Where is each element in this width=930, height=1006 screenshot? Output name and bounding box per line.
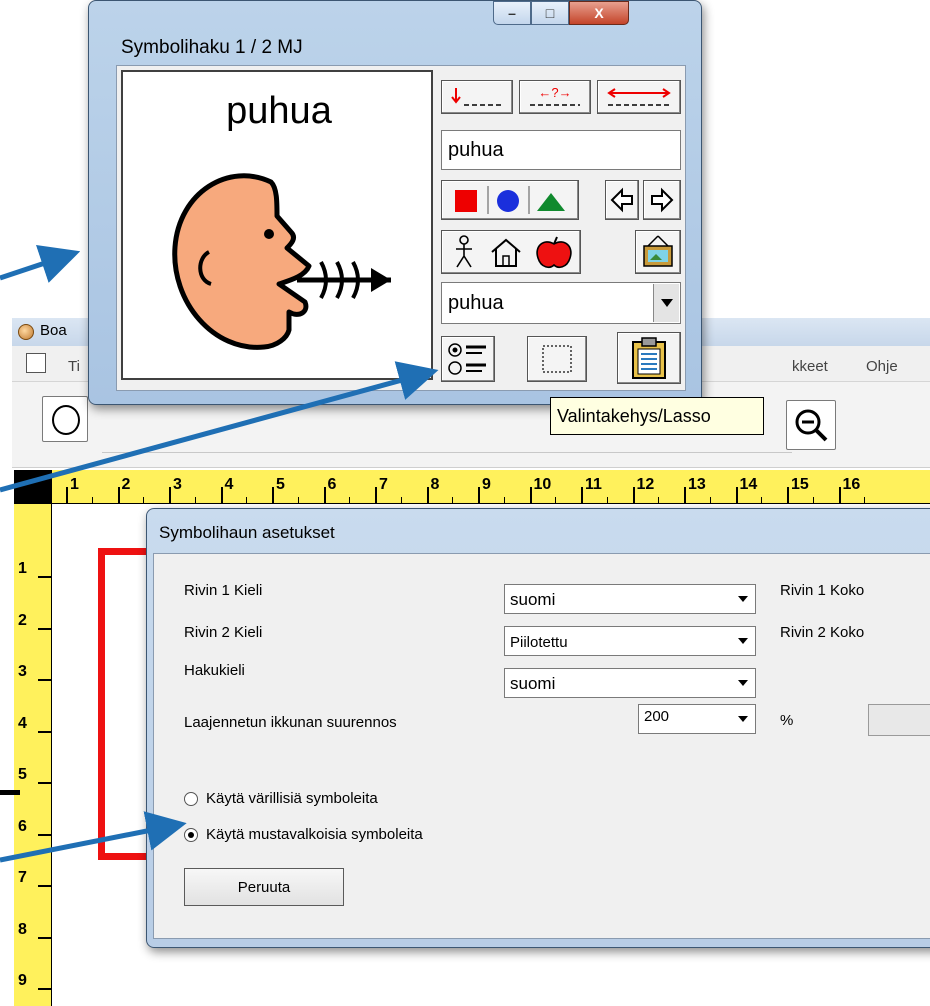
arrow-to-symbol-search — [0, 244, 81, 283]
annotation-arrows — [0, 244, 439, 863]
arrow-to-bw-radio — [0, 811, 187, 863]
screenshot: Boa Ti kkeet Ohje 1 2 3 4 5 6 7 8 9 10 11 12 13 14 15 1… — [0, 0, 930, 1006]
arrow-to-options-button — [0, 361, 439, 493]
